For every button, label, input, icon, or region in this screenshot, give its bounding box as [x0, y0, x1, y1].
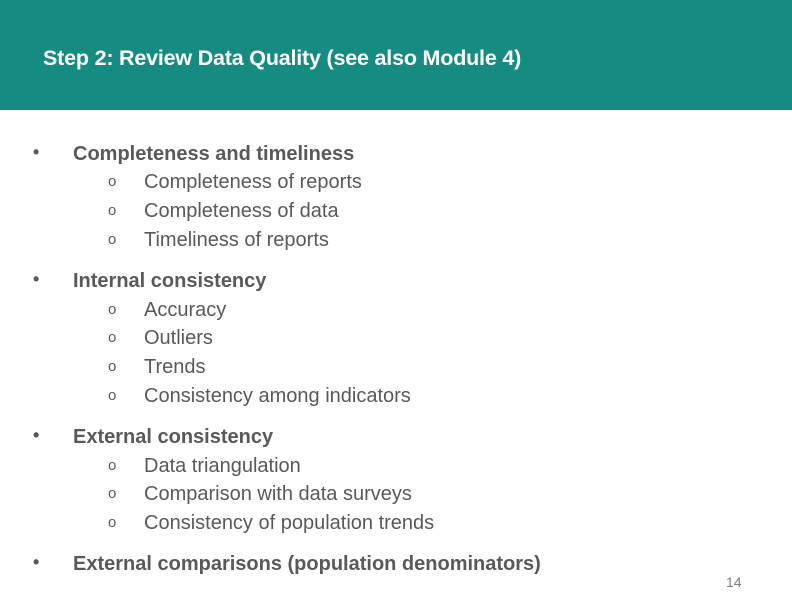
circle-bullet-icon: o	[108, 301, 117, 318]
circle-bullet-icon: o	[108, 231, 117, 248]
circle-bullet-icon: o	[108, 485, 117, 502]
bullet-icon: •	[33, 142, 40, 162]
circle-bullet-icon: o	[108, 202, 117, 219]
circle-bullet-icon: o	[108, 329, 117, 346]
circle-bullet-icon: o	[108, 173, 117, 190]
sub-list-item-label: Trends	[144, 356, 206, 378]
sub-list-item-label: Data triangulation	[144, 455, 301, 477]
sub-list-item-label: Completeness of data	[144, 200, 339, 222]
list-item-label: External comparisons (population denomin…	[73, 553, 541, 575]
bullet-icon: •	[33, 269, 40, 289]
list-item-label: External consistency	[73, 426, 274, 448]
title-banner: Step 2: Review Data Quality (see also Mo…	[0, 0, 792, 110]
sub-list-item-label: Outliers	[144, 327, 213, 349]
sub-list-item-label: Comparison with data surveys	[144, 483, 412, 505]
sub-list-item-label: Timeliness of reports	[144, 229, 329, 251]
circle-bullet-icon: o	[108, 514, 117, 531]
circle-bullet-icon: o	[108, 457, 117, 474]
sub-list-item-label: Consistency of population trends	[144, 512, 435, 534]
slide-title: Step 2: Review Data Quality (see also Mo…	[43, 46, 522, 70]
sub-list-item-label: Consistency among indicators	[144, 385, 411, 407]
list-item-label: Internal consistency	[73, 270, 267, 292]
circle-bullet-icon: o	[108, 358, 117, 375]
circle-bullet-icon: o	[108, 387, 117, 404]
bullet-icon: •	[33, 425, 40, 445]
list-item-label: Completeness and timeliness	[73, 143, 355, 165]
page-number: 14	[726, 574, 742, 590]
sub-list-item-label: Accuracy	[144, 299, 227, 321]
bullet-icon: •	[33, 552, 40, 572]
sub-list-item-label: Completeness of reports	[144, 171, 362, 193]
